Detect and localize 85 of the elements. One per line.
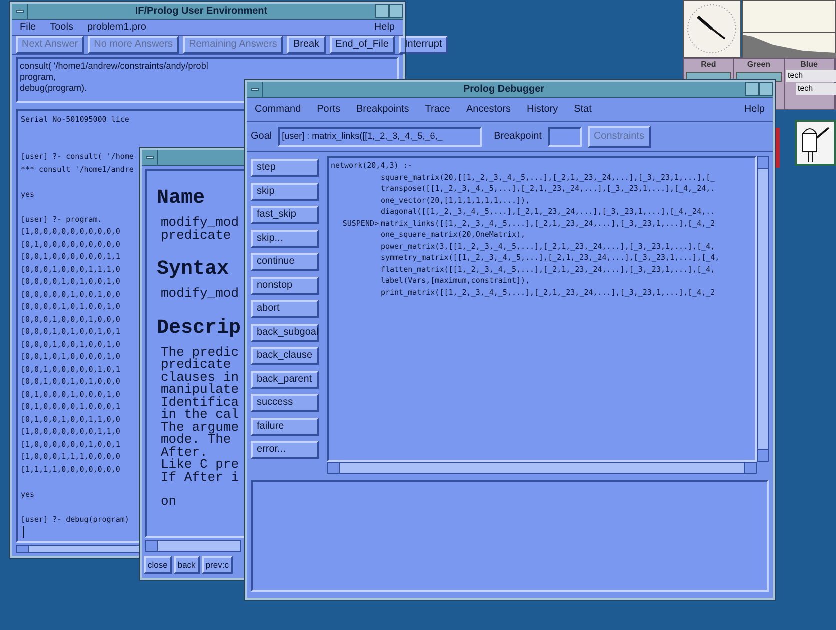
breakpoint-field[interactable] [548, 126, 582, 146]
list-item[interactable]: tech [786, 70, 836, 82]
button[interactable]: skip... [251, 230, 319, 248]
window-menu-icon[interactable] [146, 156, 154, 159]
button[interactable]: fast_skip [251, 206, 319, 224]
menu-item[interactable]: Trace [425, 102, 450, 117]
button[interactable]: close [144, 556, 172, 574]
help-line: modify_mod [161, 217, 240, 230]
button[interactable]: Break [287, 36, 326, 54]
button[interactable]: back_subgoal [251, 324, 319, 342]
list-item[interactable]: tech [796, 83, 836, 95]
menu-item[interactable]: Tools [50, 20, 74, 35]
menu-item[interactable]: Breakpoints [356, 102, 410, 117]
help-line: Like C pre [161, 459, 240, 472]
column-label: Red [700, 59, 718, 71]
minimize-icon[interactable] [375, 4, 389, 18]
column-label: Blue [800, 59, 819, 71]
window-menu-icon[interactable] [250, 88, 258, 91]
horizontal-scrollbar[interactable] [327, 462, 757, 474]
horizontal-scrollbar[interactable] [16, 545, 140, 553]
text-cursor [23, 526, 24, 538]
horizontal-scrollbar[interactable] [145, 540, 241, 552]
help-line: predicate [161, 230, 232, 242]
menu-item[interactable]: Stat [574, 102, 592, 117]
help-line: Identifica [161, 396, 240, 409]
button[interactable]: prev:c [202, 556, 233, 574]
help-line: predicate [161, 359, 232, 372]
section-heading: Descrip [157, 316, 242, 340]
button[interactable]: success [251, 394, 319, 412]
scroll-left-icon[interactable] [328, 463, 340, 473]
menu-item[interactable]: problem1.pro [87, 20, 146, 35]
maximize-icon[interactable] [759, 82, 773, 96]
button[interactable]: Interrupt [398, 36, 448, 54]
button[interactable]: back [174, 556, 200, 574]
button[interactable]: step [251, 159, 319, 177]
help-line: mode. The [161, 434, 232, 446]
section-heading: Syntax [157, 258, 230, 282]
button[interactable]: continue [251, 253, 319, 271]
menu-item[interactable]: File [20, 20, 36, 35]
help-line: If After i [161, 472, 240, 484]
mailbox-icon[interactable] [795, 120, 836, 166]
query-line: debug(program). [20, 83, 88, 94]
maximize-icon[interactable] [389, 4, 403, 18]
button[interactable]: back_parent [251, 370, 319, 388]
button[interactable]: back_clause [251, 347, 319, 365]
scroll-up-icon[interactable] [758, 157, 768, 169]
scroll-down-icon[interactable] [758, 449, 768, 461]
help-line: manipulate [161, 384, 240, 396]
menu-item[interactable]: Command [255, 102, 302, 117]
minimize-icon[interactable] [745, 82, 759, 96]
vertical-scrollbar[interactable] [757, 156, 769, 462]
help-line: After. [161, 446, 208, 459]
menu-item[interactable]: History [526, 102, 558, 117]
button[interactable]: abort [251, 300, 319, 318]
section-heading: Name [157, 187, 206, 211]
clock-drawing [683, 0, 741, 58]
query-line: consult( '/home1/andrew/constraints/andy/probl [20, 61, 208, 72]
scroll-left-icon[interactable] [146, 541, 158, 551]
help-line: The argume [161, 422, 240, 434]
query-line: program, [20, 72, 56, 83]
scroll-left-icon[interactable] [17, 546, 29, 552]
help-line: The predic [161, 346, 240, 359]
title-bar[interactable]: Prolog Debugger [247, 82, 773, 98]
button[interactable]: End_of_File [330, 36, 395, 54]
field-label: Breakpoint [494, 130, 542, 144]
menu-item[interactable]: Help [744, 102, 765, 117]
menu-item[interactable]: Ports [317, 102, 340, 117]
menu-item[interactable]: Help [374, 20, 395, 35]
button[interactable]: failure [251, 418, 319, 436]
help-line: modify_mod [161, 288, 240, 300]
field-label: Goal [251, 130, 272, 144]
help-line: in the cal [161, 409, 240, 422]
scroll-right-icon[interactable] [744, 463, 756, 473]
button[interactable]: skip [251, 182, 319, 200]
window-menu-icon[interactable] [16, 10, 24, 13]
window-title: IF/Prolog User Environment [135, 5, 268, 19]
button[interactable]: nonstop [251, 276, 319, 294]
title-bar[interactable]: IF/Prolog User Environment [12, 4, 403, 20]
help-line: on [161, 496, 177, 508]
goal-field[interactable]: [user] : matrix_links([[1,_2,_3,_4,_5,_6,_ [278, 126, 482, 146]
column-label: Green [746, 59, 772, 71]
menu-item[interactable]: Ancestors [466, 102, 511, 117]
help-line: clauses in [161, 372, 240, 384]
button[interactable]: error... [251, 441, 319, 459]
window-title: Prolog Debugger [463, 83, 545, 97]
